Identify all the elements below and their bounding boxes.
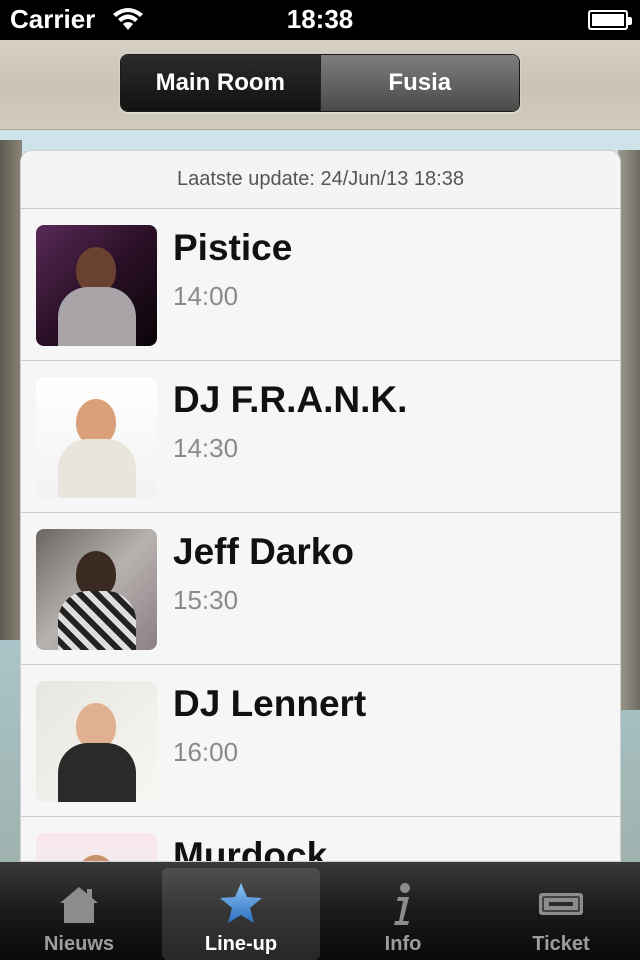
artist-name: Jeff Darko xyxy=(173,531,354,572)
segment-fusia[interactable]: Fusia xyxy=(319,55,519,111)
artist-photo xyxy=(36,529,157,650)
lineup-row[interactable]: DJ Lennert 16:00 xyxy=(21,665,620,817)
info-icon xyxy=(394,883,410,925)
artist-photo xyxy=(36,681,157,802)
tab-label: Ticket xyxy=(532,933,590,955)
background-rock-left xyxy=(0,140,22,640)
house-icon xyxy=(60,887,98,923)
artist-name: DJ F.R.A.N.K. xyxy=(173,379,408,420)
lineup-row[interactable]: Jeff Darko 15:30 xyxy=(21,513,620,665)
status-bar: Carrier 18:38 xyxy=(0,0,640,40)
room-segmented-control: Main Room Fusia xyxy=(120,54,520,112)
artist-name: Pistice xyxy=(173,227,293,268)
artist-photo xyxy=(36,225,157,346)
lineup-row[interactable]: Pistice 14:00 xyxy=(21,209,620,361)
lineup-row[interactable]: Murdock xyxy=(21,817,620,862)
tab-label: Info xyxy=(384,933,422,955)
header: Main Room Fusia xyxy=(0,40,640,130)
artist-name: DJ Lennert xyxy=(173,683,367,724)
tab-line-up[interactable]: Line-up xyxy=(162,868,320,960)
tab-info[interactable]: Info xyxy=(324,862,482,960)
artist-photo xyxy=(36,377,157,498)
artist-name: Murdock xyxy=(173,835,328,862)
status-time: 18:38 xyxy=(286,4,354,34)
lineup-row[interactable]: DJ F.R.A.N.K. 14:30 xyxy=(21,361,620,513)
last-update-label: Laatste update: 24/Jun/13 18:38 xyxy=(21,151,620,209)
artist-time: 14:00 xyxy=(173,281,239,311)
artist-photo xyxy=(36,833,157,861)
lineup-panel[interactable]: Laatste update: 24/Jun/13 18:38 Pistice … xyxy=(20,150,621,862)
tab-label: Nieuws xyxy=(43,933,115,955)
artist-time: 14:30 xyxy=(173,433,239,463)
battery-icon xyxy=(588,10,632,30)
tab-label: Line-up xyxy=(204,933,278,955)
artist-time: 15:30 xyxy=(173,585,239,615)
tab-nieuws[interactable]: Nieuws xyxy=(0,862,158,960)
artist-time: 16:00 xyxy=(173,737,239,767)
tab-bar: Nieuws Line-up Info Ticket xyxy=(0,862,640,960)
background-rock-right xyxy=(618,150,640,710)
star-icon xyxy=(220,883,262,923)
segment-main-room[interactable]: Main Room xyxy=(121,55,320,111)
ticket-icon xyxy=(539,893,583,915)
tab-ticket[interactable]: Ticket xyxy=(482,862,640,960)
